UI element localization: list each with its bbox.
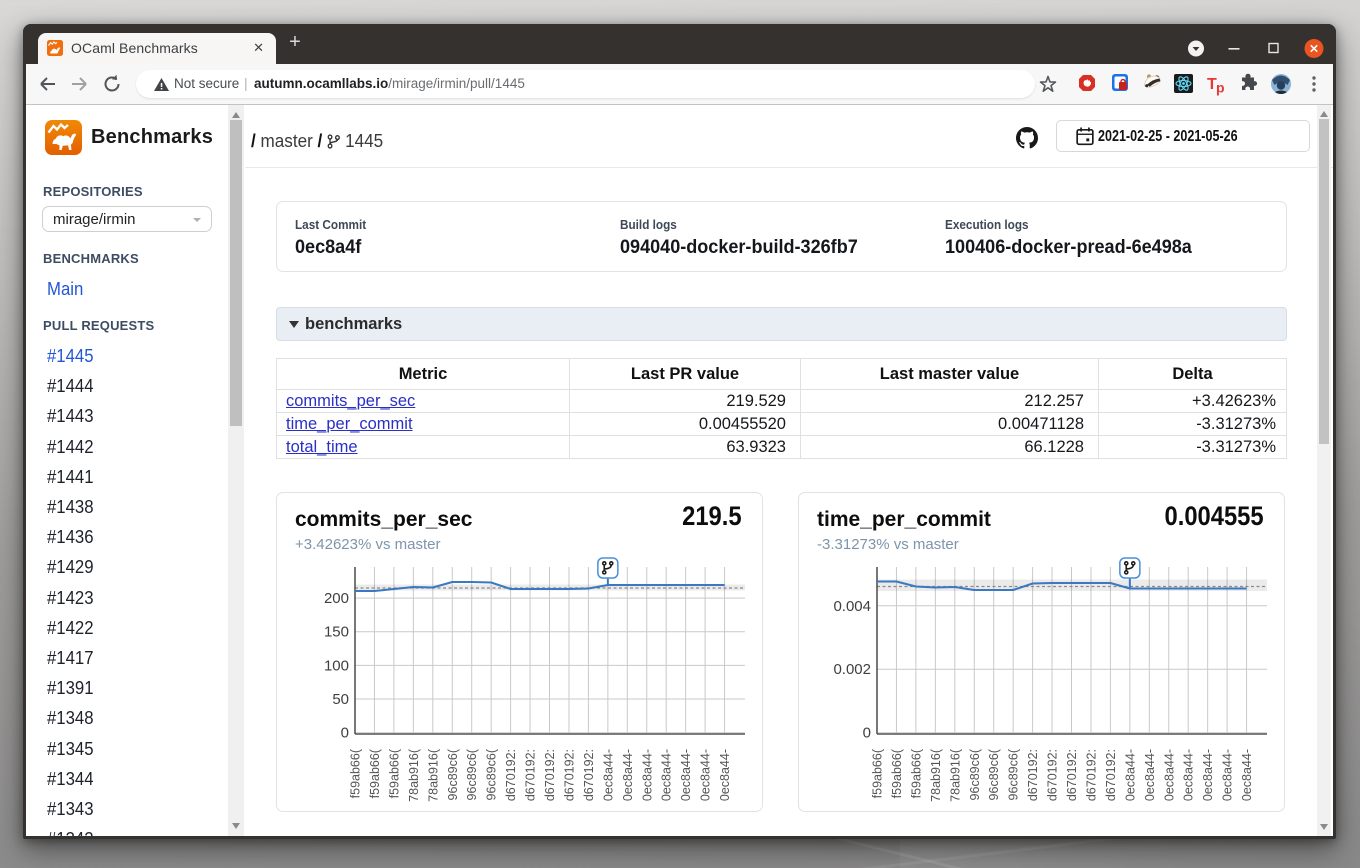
svg-text:0ec8a44-: 0ec8a44- [1162,749,1176,801]
svg-text:200: 200 [324,590,349,607]
svg-text:50: 50 [332,691,349,708]
svg-text:0.004: 0.004 [833,598,871,615]
svg-text:96c89c6(: 96c89c6( [465,748,479,800]
svg-text:d670192:: d670192: [1046,749,1060,801]
svg-text:d670192:: d670192: [1065,749,1079,801]
svg-text:0: 0 [341,725,349,742]
svg-text:96c89c6(: 96c89c6( [987,748,1001,800]
svg-text:d670192:: d670192: [1084,749,1098,801]
svg-text:96c89c6(: 96c89c6( [968,748,982,800]
svg-text:78ab916(: 78ab916( [426,748,440,802]
svg-text:d670192:: d670192: [543,749,557,801]
svg-text:96c89c6(: 96c89c6( [446,748,460,800]
svg-text:96c89c6(: 96c89c6( [1007,748,1021,800]
svg-text:100: 100 [324,657,349,674]
svg-text:0ec8a44-: 0ec8a44- [1182,749,1196,801]
svg-text:0ec8a44-: 0ec8a44- [601,749,615,801]
svg-text:0ec8a44-: 0ec8a44- [1123,749,1137,801]
svg-text:d670192:: d670192: [562,749,576,801]
svg-text:d670192:: d670192: [582,749,596,801]
svg-text:0ec8a44-: 0ec8a44- [640,749,654,801]
svg-text:f59ab66(: f59ab66( [890,748,904,798]
svg-text:0ec8a44-: 0ec8a44- [621,749,635,801]
svg-text:d670192:: d670192: [1104,749,1118,801]
svg-text:0ec8a44-: 0ec8a44- [660,749,674,801]
svg-text:0ec8a44-: 0ec8a44- [1143,749,1157,801]
svg-text:p: p [1216,80,1225,96]
svg-text:d670192:: d670192: [1026,749,1040,801]
svg-text:0ec8a44-: 0ec8a44- [699,749,713,801]
svg-text:150: 150 [324,624,349,641]
svg-text:96c89c6(: 96c89c6( [485,748,499,800]
svg-text:78ab916(: 78ab916( [948,748,962,802]
svg-text:78ab916(: 78ab916( [929,748,943,802]
svg-text:f59ab66(: f59ab66( [871,748,885,798]
svg-text:0: 0 [863,725,871,742]
svg-text:f59ab66(: f59ab66( [349,748,363,798]
svg-text:0ec8a44-: 0ec8a44- [718,749,732,801]
svg-text:d670192:: d670192: [504,749,518,801]
svg-text:f59ab66(: f59ab66( [909,748,923,798]
svg-text:0ec8a44-: 0ec8a44- [1221,749,1235,801]
svg-text:0ec8a44-: 0ec8a44- [1201,749,1215,801]
svg-text:0ec8a44-: 0ec8a44- [1240,749,1254,801]
svg-text:f59ab66(: f59ab66( [368,748,382,798]
svg-text:f59ab66(: f59ab66( [387,748,401,798]
svg-text:d670192:: d670192: [524,749,538,801]
svg-text:0.002: 0.002 [833,661,871,678]
svg-text:78ab916(: 78ab916( [407,748,421,802]
svg-text:0ec8a44-: 0ec8a44- [679,749,693,801]
